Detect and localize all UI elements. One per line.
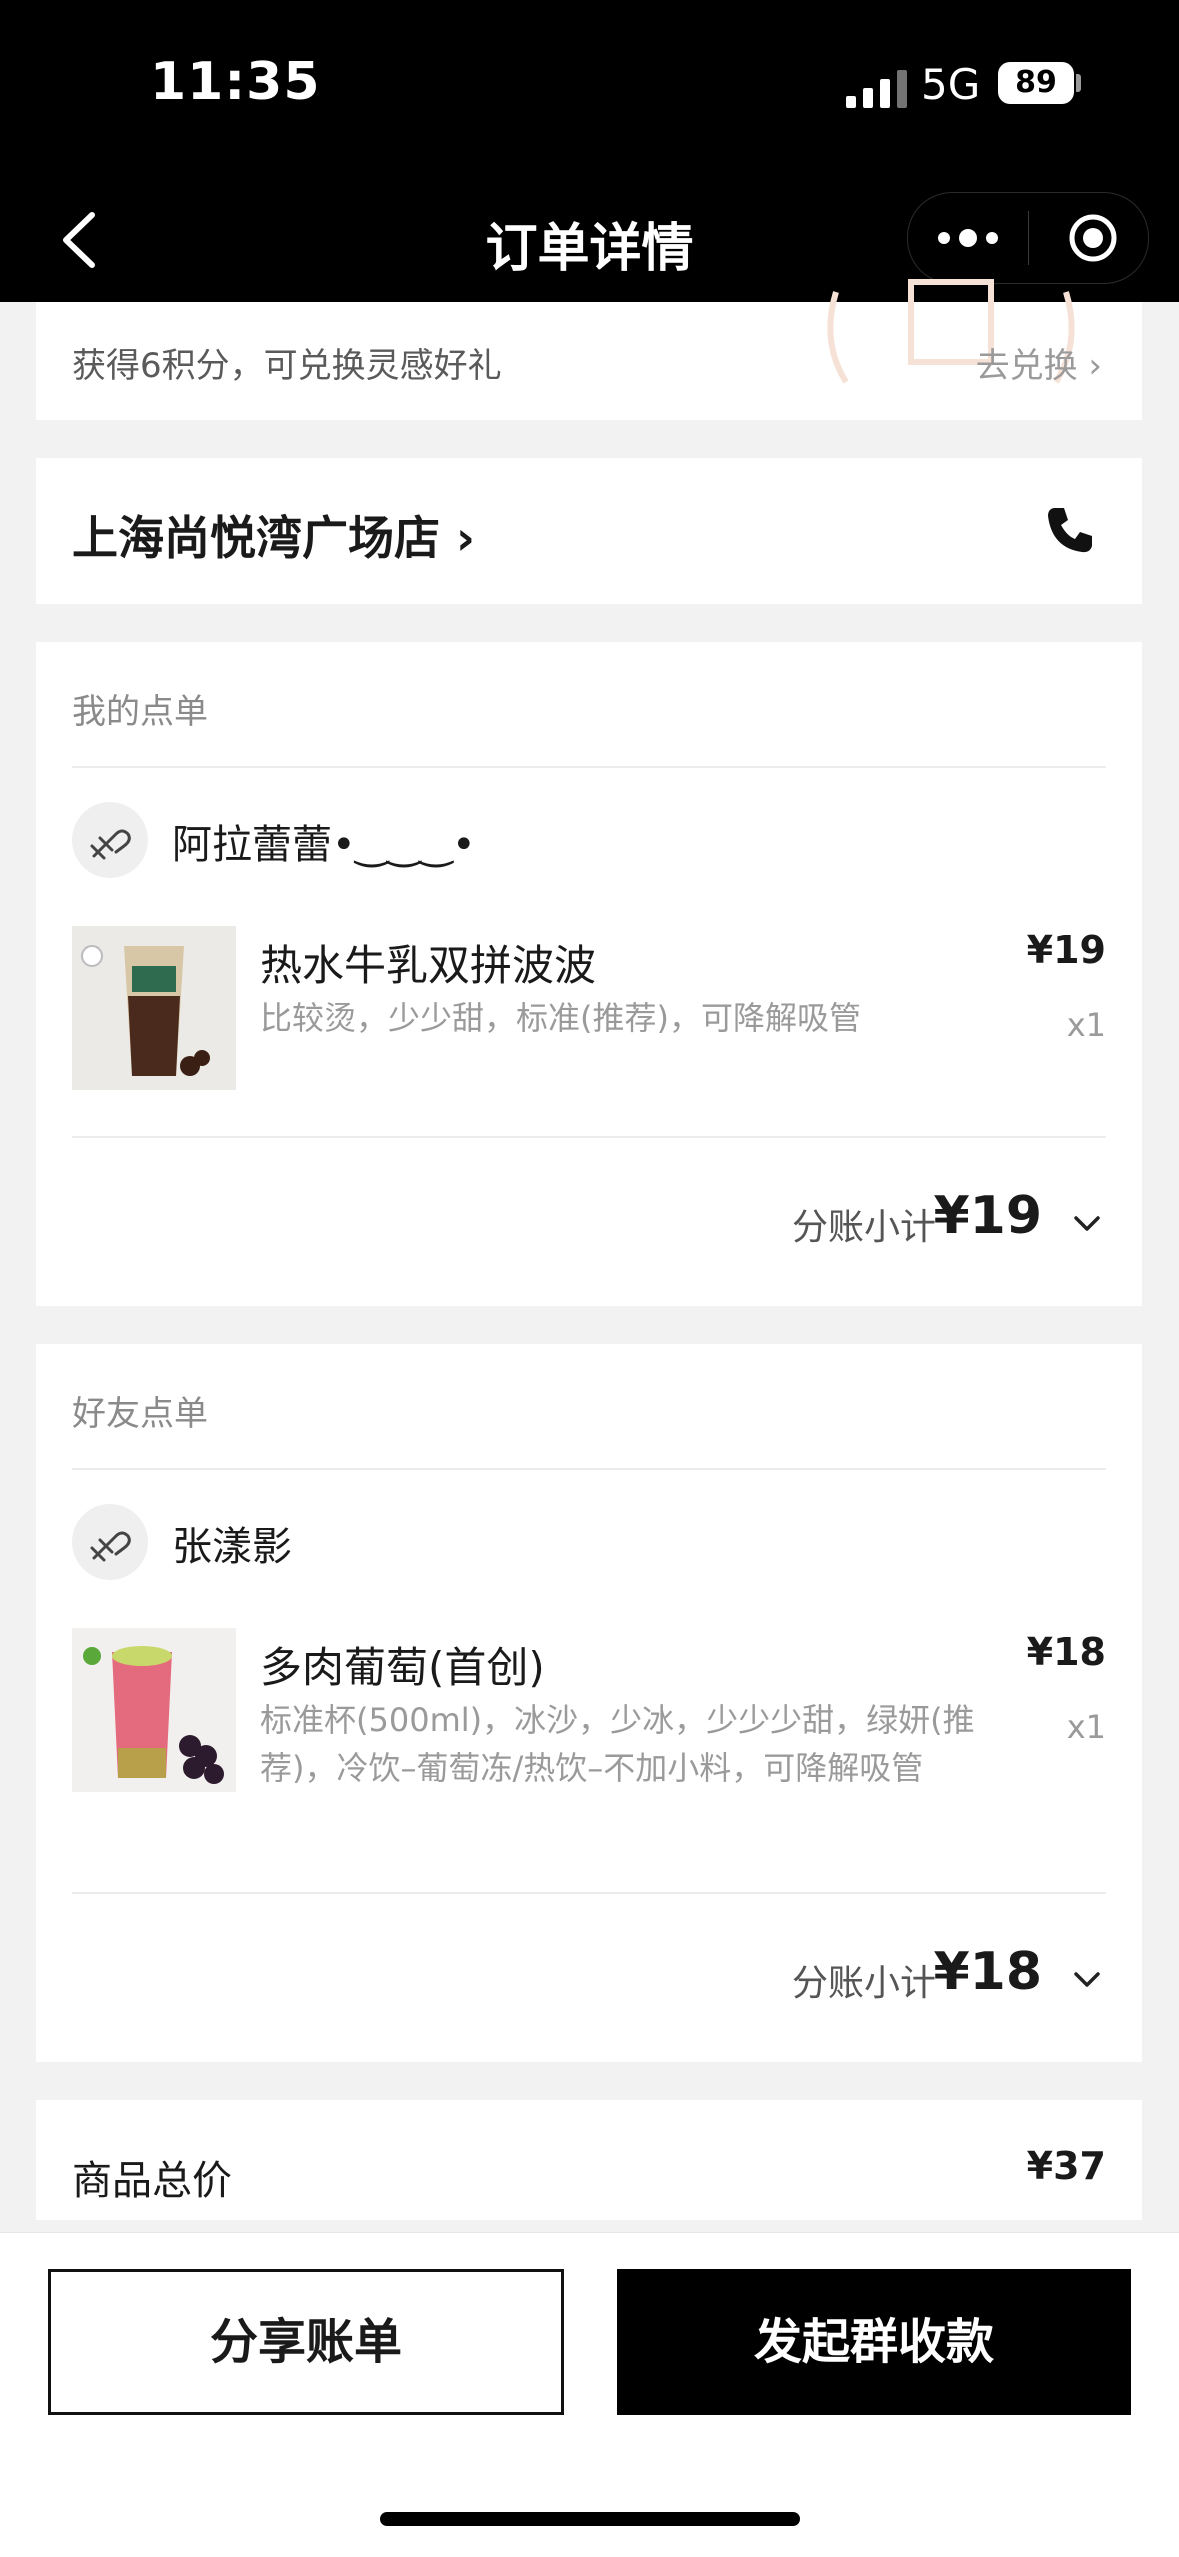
product-price: ¥19 <box>1026 928 1106 972</box>
avatar-icon <box>90 829 131 860</box>
subtotal-label: 分账小计 <box>791 1963 936 2004</box>
avatar-icon <box>90 1531 131 1562</box>
total-value: ¥37 <box>1026 2144 1106 2188</box>
product-options: 比较烫，少少甜，标准(推荐)，可降解吸管 <box>260 999 861 1037</box>
avatar <box>72 1504 148 1580</box>
capsule-divider <box>1028 211 1029 265</box>
points-text: 获得6积分，可兑换灵感好礼 <box>72 346 502 386</box>
divider <box>72 766 1106 768</box>
avatar <box>72 802 148 878</box>
product-qty: x1 <box>1066 1708 1106 1746</box>
network-label: 5G <box>921 60 981 109</box>
my-order-card: 我的点单 阿拉蕾蕾•‿‿‿• 热水牛乳双拼波波 比较烫，少少甜，标准(推荐)，可… <box>36 642 1142 1306</box>
redeem-link[interactable]: 去兑换 › <box>976 338 1102 387</box>
user-name: 张漾影 <box>172 1524 292 1570</box>
battery-tip <box>1076 74 1081 92</box>
home-indicator[interactable] <box>380 2512 800 2526</box>
more-icon[interactable] <box>936 223 1000 253</box>
section-title: 我的点单 <box>72 692 208 732</box>
divider <box>72 1468 1106 1470</box>
points-card: 获得6积分，可兑换灵感好礼 去兑换 › <box>36 279 1142 420</box>
product-image[interactable] <box>72 926 236 1090</box>
product-name: 多肉葡萄(首创) <box>260 1643 545 1692</box>
product-options: 标准杯(500ml)，冰沙，少冰，少少少甜，绿妍(推荐)，冷饮–葡萄冻/热饮–不… <box>260 1701 975 1787</box>
group-collect-button[interactable]: 发起群收款 <box>617 2269 1131 2415</box>
subtotal-label: 分账小计 <box>791 1207 936 1248</box>
mini-program-capsule <box>907 192 1149 284</box>
battery-level: 89 <box>998 62 1074 104</box>
store-card[interactable]: 上海尚悦湾广场店 › <box>36 458 1142 604</box>
section-title: 好友点单 <box>72 1394 208 1434</box>
chevron-down-icon[interactable] <box>1072 1208 1102 1238</box>
bottom-action-bar: 分享账单 发起群收款 <box>0 2232 1179 2557</box>
product-price: ¥18 <box>1026 1630 1106 1674</box>
product-name: 热水牛乳双拼波波 <box>260 941 597 990</box>
product-qty: x1 <box>1066 1006 1106 1044</box>
share-bill-button[interactable]: 分享账单 <box>48 2269 564 2415</box>
subtotal-value: ¥18 <box>933 1942 1042 2002</box>
status-bar: 11:35 5G 89 <box>0 0 1179 180</box>
friend-order-card: 好友点单 张漾影 多肉葡萄(首创) 标准杯(500ml)，冰沙，少冰，少少少甜，… <box>36 1344 1142 2062</box>
status-time: 11:35 <box>150 52 321 112</box>
store-name[interactable]: 上海尚悦湾广场店 › <box>72 502 475 568</box>
subtotal-value: ¥19 <box>933 1186 1042 1246</box>
user-name: 阿拉蕾蕾•‿‿‿• <box>172 822 476 868</box>
total-label: 商品总价 <box>72 2158 232 2204</box>
record-icon[interactable] <box>1068 213 1118 263</box>
total-card: 商品总价 ¥37 <box>36 2100 1142 2220</box>
divider <box>72 1136 1106 1138</box>
signal-icon <box>846 70 907 108</box>
chevron-down-icon[interactable] <box>1072 1964 1102 1994</box>
divider <box>72 1892 1106 1894</box>
phone-icon[interactable] <box>1044 504 1096 556</box>
product-image[interactable] <box>72 1628 236 1792</box>
